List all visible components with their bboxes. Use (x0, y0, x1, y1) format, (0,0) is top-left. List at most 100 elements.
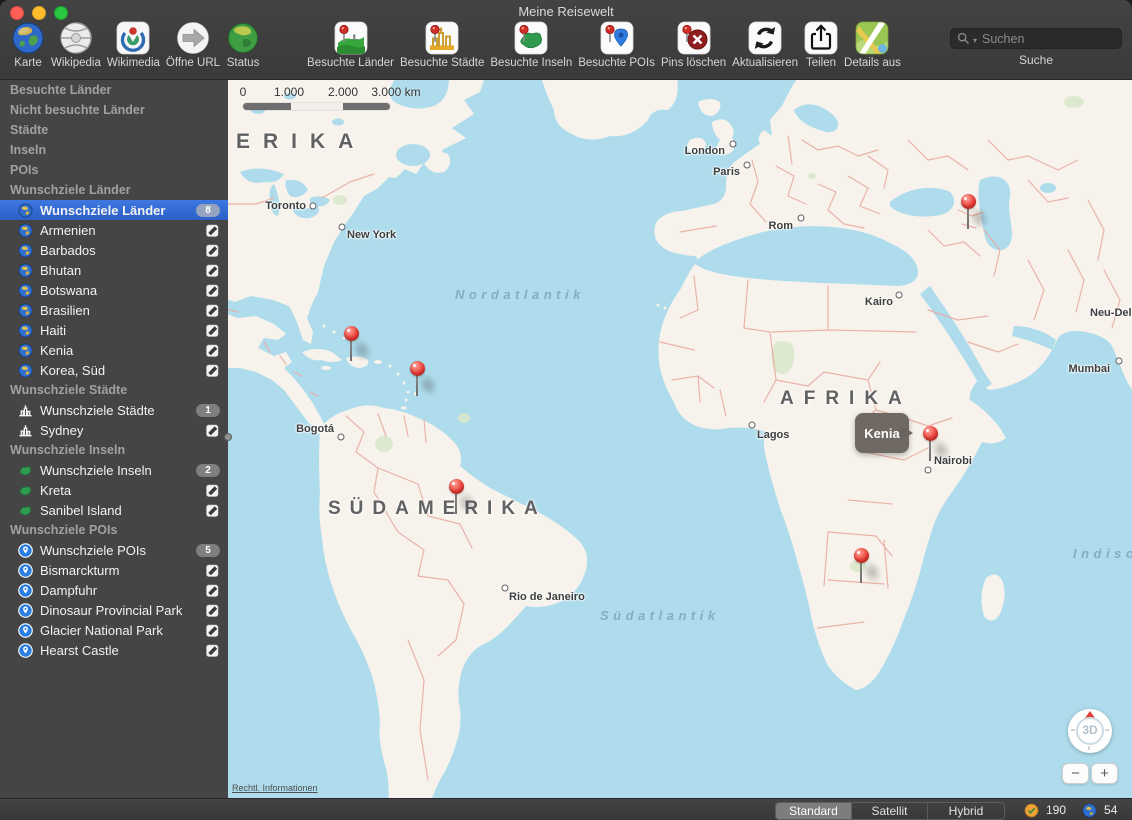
city-label-bogot: Bogotá (296, 423, 334, 435)
city-label-kairo: Kairo (864, 296, 893, 308)
map-type-hybrid[interactable]: Hybrid (928, 803, 1004, 819)
map-canvas[interactable] (228, 80, 1132, 798)
toolbar-button-label: Pins löschen (660, 57, 727, 69)
sidebar-item-bismarckturm[interactable]: Bismarckturm (0, 560, 228, 580)
toolbar-button-besuchte-inseln[interactable]: Besuchte Inseln (490, 19, 572, 69)
city-dot-bogot (337, 433, 345, 441)
city-label-neu-delhi: Neu-Delhi (1090, 307, 1132, 319)
map-type-satellit[interactable]: Satellit (852, 803, 928, 819)
ocean-label-indischer-ozean: Indischer Ozean (1073, 546, 1132, 561)
sidebar-item-korea-s-d[interactable]: Korea, Süd (0, 360, 228, 380)
globe-icon (18, 263, 33, 278)
toolbar-button-label: Karte (14, 57, 42, 69)
city-label-toronto: Toronto (265, 200, 306, 212)
pin-tooltip: Kenia (855, 413, 913, 453)
city-dot-london (729, 140, 737, 148)
sidebar-item-wunschziele-pois[interactable]: Wunschziele POIs 5 (0, 540, 228, 560)
open-url-icon (176, 19, 210, 56)
sidebar-item-label: Dinosaur Provincial Park (40, 602, 183, 618)
wikimedia-icon (116, 19, 150, 56)
toolbar-button-status[interactable]: Status (226, 19, 260, 69)
sidebar-item-label: Bhutan (40, 262, 82, 278)
sidebar-item-wunschziele-st-dte[interactable]: Wunschziele Städte 1 (0, 400, 228, 420)
toolbar-button-label: Besuchte POIs (578, 57, 655, 69)
search-scope-chevron-icon: ▾ (973, 36, 978, 45)
city-dot-new-york (338, 223, 346, 231)
edit-icon[interactable] (205, 583, 220, 598)
edit-icon[interactable] (205, 323, 220, 338)
sidebar-item-hearst-castle[interactable]: Hearst Castle (0, 640, 228, 660)
edit-icon[interactable] (205, 563, 220, 578)
city-dot-mumbai (1115, 357, 1123, 365)
city-dot-rio-de-janeiro (501, 584, 509, 592)
count-badge: 2 (196, 463, 220, 477)
scale-tick-label: 0 (239, 85, 247, 99)
search-field[interactable]: ▾ (950, 28, 1122, 49)
sidebar-item-label: Brasilien (40, 302, 90, 318)
edit-icon[interactable] (205, 483, 220, 498)
toolbar-button-besuchte-pois[interactable]: Besuchte POIs (578, 19, 655, 69)
toolbar-button-details-aus[interactable]: Details aus (844, 19, 901, 69)
zoom-in-button[interactable]: + (1091, 763, 1118, 784)
sidebar-item-barbados[interactable]: Barbados (0, 240, 228, 260)
island-icon (18, 503, 33, 518)
edit-icon[interactable] (205, 363, 220, 378)
sidebar-item-haiti[interactable]: Haiti (0, 320, 228, 340)
city-icon (18, 403, 33, 418)
region-label-s-damerika: SÜDAMERIKA (328, 498, 547, 519)
edit-icon[interactable] (205, 603, 220, 618)
toolbar-button-besuchte-laender[interactable]: Besuchte Länder (307, 19, 394, 69)
edit-icon[interactable] (205, 423, 220, 438)
toolbar-button-wikimedia[interactable]: Wikimedia (107, 19, 160, 69)
wikipedia-icon (59, 19, 93, 56)
poi-icon (18, 542, 33, 558)
count-badge: 5 (196, 543, 220, 557)
ocean-label-s-datlantik: Südatlantik (600, 608, 720, 623)
search-input[interactable] (980, 30, 1115, 47)
legal-info-link[interactable]: Rechtl. Informationen (232, 783, 318, 793)
edit-icon[interactable] (205, 283, 220, 298)
compass-3d-control[interactable]: 3D (1068, 709, 1112, 753)
toolbar-button-aktualisieren[interactable]: Aktualisieren (732, 19, 798, 69)
edit-icon[interactable] (205, 243, 220, 258)
toolbar-button-oeffne-url[interactable]: Öffne URL (166, 19, 220, 69)
count-badge: 8 (196, 203, 220, 217)
edit-icon[interactable] (205, 503, 220, 518)
city-label-rio-de-janeiro: Rio de Janeiro (509, 591, 585, 603)
sidebar-item-glacier-national-park[interactable]: Glacier National Park (0, 620, 228, 640)
sidebar-item-brasilien[interactable]: Brasilien (0, 300, 228, 320)
edit-icon[interactable] (205, 223, 220, 238)
sidebar-splitter-handle[interactable] (224, 433, 232, 441)
zoom-out-button[interactable]: − (1062, 763, 1089, 784)
sidebar-item-dinosaur-provincial-park[interactable]: Dinosaur Provincial Park (0, 600, 228, 620)
edit-icon[interactable] (205, 303, 220, 318)
map-view[interactable]: 0 1.000 2.000 3.000 km ERIKA AFRIKA SÜDAMERIK… (228, 80, 1132, 798)
toolbar-button-besuchte-staedte[interactable]: Besuchte Städte (400, 19, 484, 69)
sidebar-item-wunschziele-l-nder[interactable]: Wunschziele Länder 8 (0, 200, 228, 220)
toolbar-button-label: Besuchte Länder (307, 57, 394, 69)
toolbar-button-wikipedia[interactable]: Wikipedia (51, 19, 101, 69)
city-dot-kairo (895, 291, 903, 299)
sidebar-item-bhutan[interactable]: Bhutan (0, 260, 228, 280)
edit-icon[interactable] (205, 343, 220, 358)
edit-icon[interactable] (205, 623, 220, 638)
sidebar-item-armenien[interactable]: Armenien (0, 220, 228, 240)
sidebar-item-dampfuhr[interactable]: Dampfuhr (0, 580, 228, 600)
sidebar-item-wunschziele-inseln[interactable]: Wunschziele Inseln 2 (0, 460, 228, 480)
sidebar-item-sydney[interactable]: Sydney (0, 420, 228, 440)
sidebar-item-kreta[interactable]: Kreta (0, 480, 228, 500)
globe-icon (18, 303, 33, 318)
sidebar-item-botswana[interactable]: Botswana (0, 280, 228, 300)
toolbar-button-karte[interactable]: Karte (11, 19, 45, 69)
toolbar-button-teilen[interactable]: Teilen (804, 19, 838, 69)
globe-icon (18, 343, 33, 358)
sidebar-item-sanibel-island[interactable]: Sanibel Island (0, 500, 228, 520)
map-type-standard[interactable]: Standard (776, 803, 852, 819)
delete-pins-icon (677, 19, 711, 56)
edit-icon[interactable] (205, 263, 220, 278)
counter-value: 190 (1046, 803, 1067, 817)
sidebar-item-kenia[interactable]: Kenia (0, 340, 228, 360)
map-scale-bar (243, 103, 390, 110)
toolbar-button-pins-loeschen[interactable]: Pins löschen (661, 19, 726, 69)
edit-icon[interactable] (205, 643, 220, 658)
